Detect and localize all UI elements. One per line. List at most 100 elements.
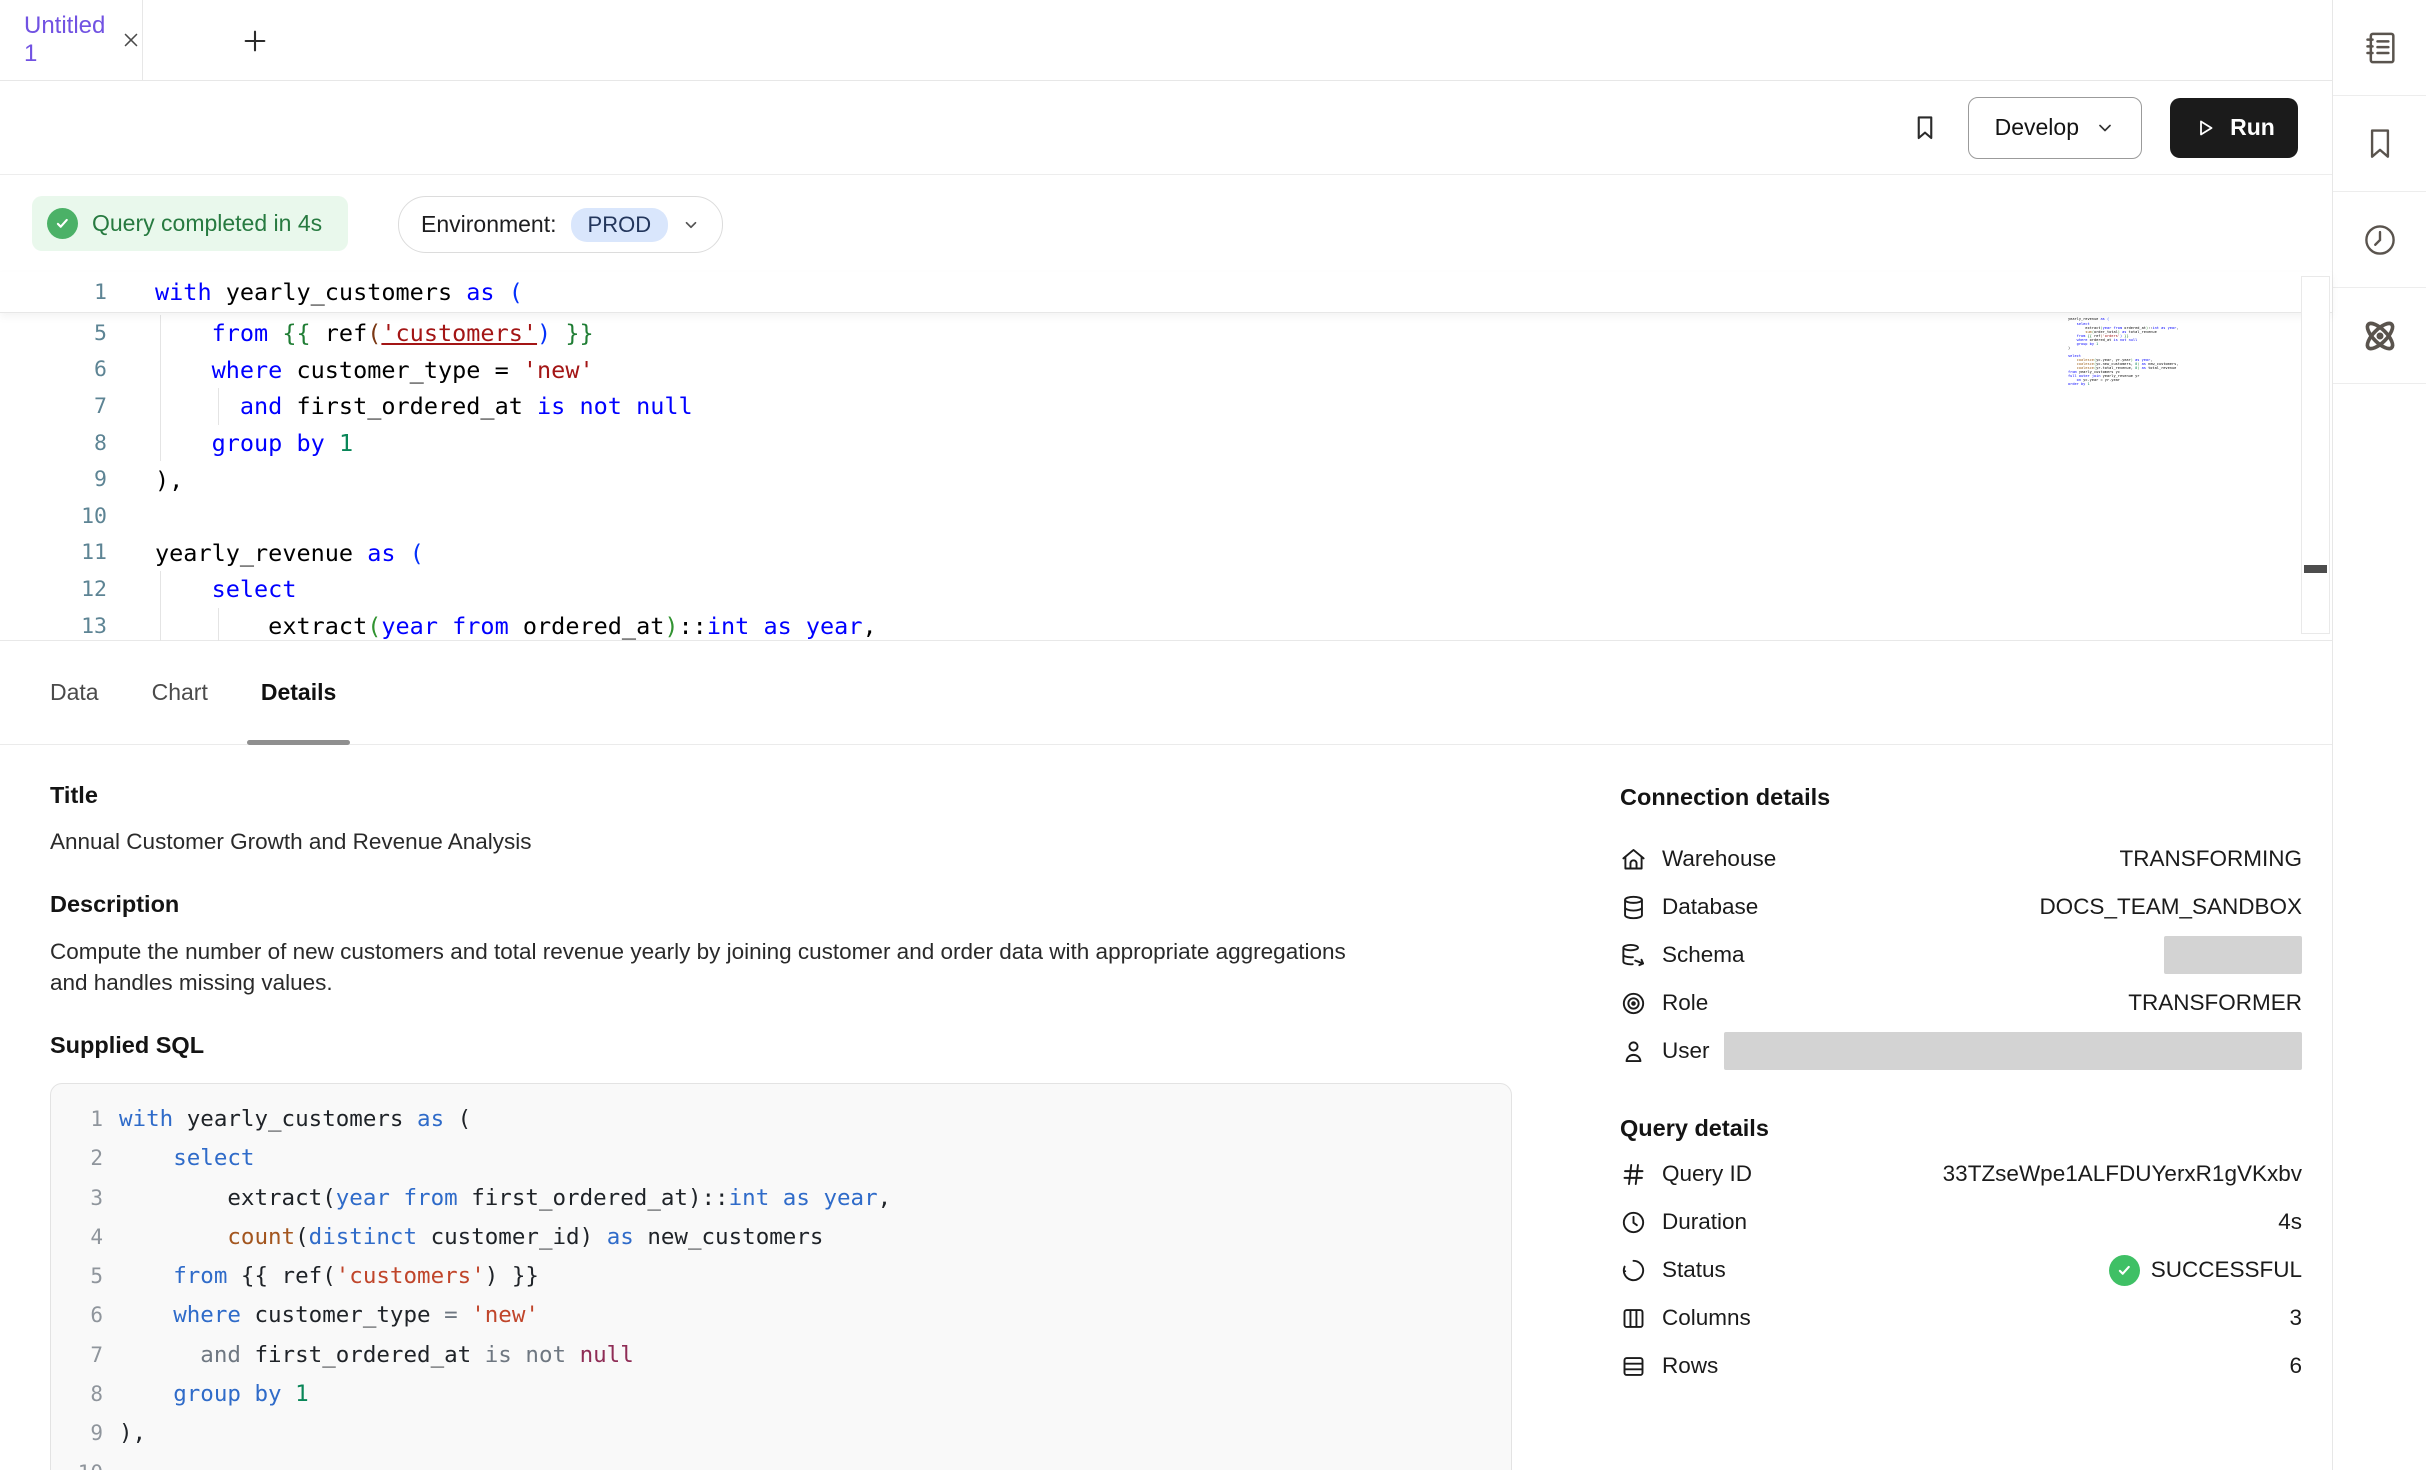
code-text: extract(year from ordered_at)::int as ye… (107, 612, 877, 640)
detail-label: Rows (1662, 1353, 1718, 1379)
code-line[interactable]: 12 select (0, 571, 2332, 608)
code-text: where customer_type = 'new' (103, 1296, 539, 1335)
code-text: where customer_type = 'new' (107, 356, 594, 384)
code-token (119, 1381, 173, 1407)
code-token (119, 1342, 200, 1368)
code-token: as (417, 1106, 444, 1132)
code-line[interactable]: 7 and first_ordered_at is not null (0, 388, 2332, 425)
code-token: first_ordered_at (241, 1342, 485, 1368)
line-number: 1 (0, 280, 107, 305)
scrollbar-thumb[interactable] (2304, 565, 2327, 573)
code-token: distinct (309, 1224, 417, 1250)
details-right-column: Connection details WarehouseTRANSFORMING… (1620, 746, 2302, 1390)
code-line[interactable]: 5 from {{ ref('customers') }} (51, 1257, 1511, 1296)
columns-icon (1620, 1305, 1647, 1332)
code-line[interactable]: 6 where customer_type = 'new' (51, 1296, 1511, 1335)
tab-untitled-1[interactable]: Untitled 1 (0, 0, 143, 80)
history-icon (2361, 221, 2399, 259)
code-token: with (119, 1106, 173, 1132)
code-token: as (763, 612, 791, 640)
code-token: group (212, 429, 283, 457)
sql-editor[interactable]: 1with yearly_customers as ( 5 from {{ re… (0, 272, 2332, 641)
line-number: 5 (0, 321, 107, 346)
sticky-code-line[interactable]: 1with yearly_customers as ( (0, 272, 2332, 313)
plus-icon[interactable] (234, 20, 276, 62)
code-token: is (485, 1342, 512, 1368)
code-line[interactable]: 8 group by 1 (51, 1375, 1511, 1414)
code-token: :: (679, 612, 707, 640)
detail-value: 4s (2278, 1209, 2302, 1235)
status-value: SUCCESSFUL (2151, 1257, 2302, 1283)
redacted-value (2164, 936, 2302, 974)
code-token (227, 1263, 241, 1289)
code-token: select (212, 575, 297, 603)
code-token: and (240, 392, 282, 420)
supplied-sql-code-block[interactable]: 1with yearly_customers as (2 select3 ext… (50, 1083, 1512, 1470)
code-line[interactable]: 11yearly_revenue as ( (0, 535, 2332, 572)
rail-lineage-icon[interactable] (2333, 288, 2426, 384)
bookmark-icon[interactable] (1910, 113, 1940, 143)
code-token: from (403, 1185, 457, 1211)
code-line[interactable]: 1with yearly_customers as ( (51, 1100, 1511, 1139)
rail-history-icon[interactable] (2333, 192, 2426, 288)
code-line[interactable]: 9), (51, 1414, 1511, 1453)
code-token: ( (410, 539, 424, 567)
code-line[interactable]: 4 count(distinct customer_id) as new_cus… (51, 1218, 1511, 1257)
code-token: = (444, 1302, 458, 1328)
code-token (390, 1185, 404, 1211)
editor-toolbar: Develop Run (0, 81, 2332, 175)
details-panel: Title Annual Customer Growth and Revenue… (0, 746, 2332, 1470)
query-details-rows: Query ID33TZseWpe1ALFDUYerxR1gVKxbvDurat… (1620, 1150, 2302, 1390)
detail-value (1710, 1032, 2302, 1070)
line-number: 11 (0, 540, 107, 565)
code-token: first_ordered_at (458, 1185, 688, 1211)
code-token: where (173, 1302, 241, 1328)
run-button[interactable]: Run (2170, 98, 2298, 158)
code-line[interactable]: 9), (0, 461, 2332, 498)
close-icon[interactable] (120, 29, 142, 51)
details-left-column: Title Annual Customer Growth and Revenue… (50, 746, 1512, 1470)
code-token: ) (485, 1263, 499, 1289)
code-line[interactable]: 10 (51, 1454, 1511, 1470)
editor-scrollbar[interactable] (2301, 276, 2330, 634)
code-lines[interactable]: 5 from {{ ref('customers') }}6 where cus… (0, 315, 2332, 644)
code-text: select (107, 575, 296, 603)
code-line[interactable]: 2 select (51, 1139, 1511, 1178)
code-line[interactable]: 7 and first_ordered_at is not null (51, 1336, 1511, 1375)
code-token: ( (367, 612, 381, 640)
query-status-pill: Query completed in 4s (32, 196, 348, 251)
code-token: ) (537, 319, 551, 347)
code-line[interactable]: 10 (0, 498, 2332, 535)
code-token: null (2129, 338, 2138, 342)
code-line[interactable]: 13 extract(year from ordered_at)::int as… (0, 608, 2332, 645)
code-token: yearly_customers (212, 278, 467, 306)
code-line[interactable]: 8 group by 1 (0, 425, 2332, 462)
code-line[interactable]: 3 extract(year from first_ordered_at)::i… (51, 1179, 1511, 1218)
environment-selector[interactable]: Environment: PROD (398, 196, 723, 253)
develop-button[interactable]: Develop (1968, 97, 2142, 159)
code-token: year (806, 612, 863, 640)
code-text: with yearly_customers as ( (103, 1100, 471, 1139)
connection-details-heading: Connection details (1620, 784, 2302, 811)
tab-chart[interactable]: Chart (152, 641, 208, 744)
code-token (593, 1224, 607, 1250)
rail-bookmark-icon[interactable] (2333, 96, 2426, 192)
code-line[interactable]: 1with yearly_customers as ( (0, 274, 523, 311)
notebook-icon (2360, 28, 2400, 68)
code-token: yearly_revenue (155, 539, 367, 567)
code-token (396, 539, 410, 567)
code-line[interactable]: 6 where customer_type = 'new' (0, 352, 2332, 389)
code-token: null (636, 392, 693, 420)
tab-details[interactable]: Details (261, 641, 336, 744)
code-line[interactable]: 5 from {{ ref('customers') }} (0, 315, 2332, 352)
database-icon (1620, 894, 1647, 921)
line-number: 7 (51, 1336, 103, 1375)
code-token: yearly_customers (173, 1106, 417, 1132)
code-text: and first_ordered_at is not null (103, 1336, 634, 1375)
rail-notebook-icon[interactable] (2333, 0, 2426, 96)
code-token (438, 612, 452, 640)
run-button-label: Run (2230, 114, 2275, 141)
line-number: 6 (0, 357, 107, 382)
code-text: from {{ ref('customers') }} (103, 1257, 539, 1296)
tab-data[interactable]: Data (50, 641, 99, 744)
